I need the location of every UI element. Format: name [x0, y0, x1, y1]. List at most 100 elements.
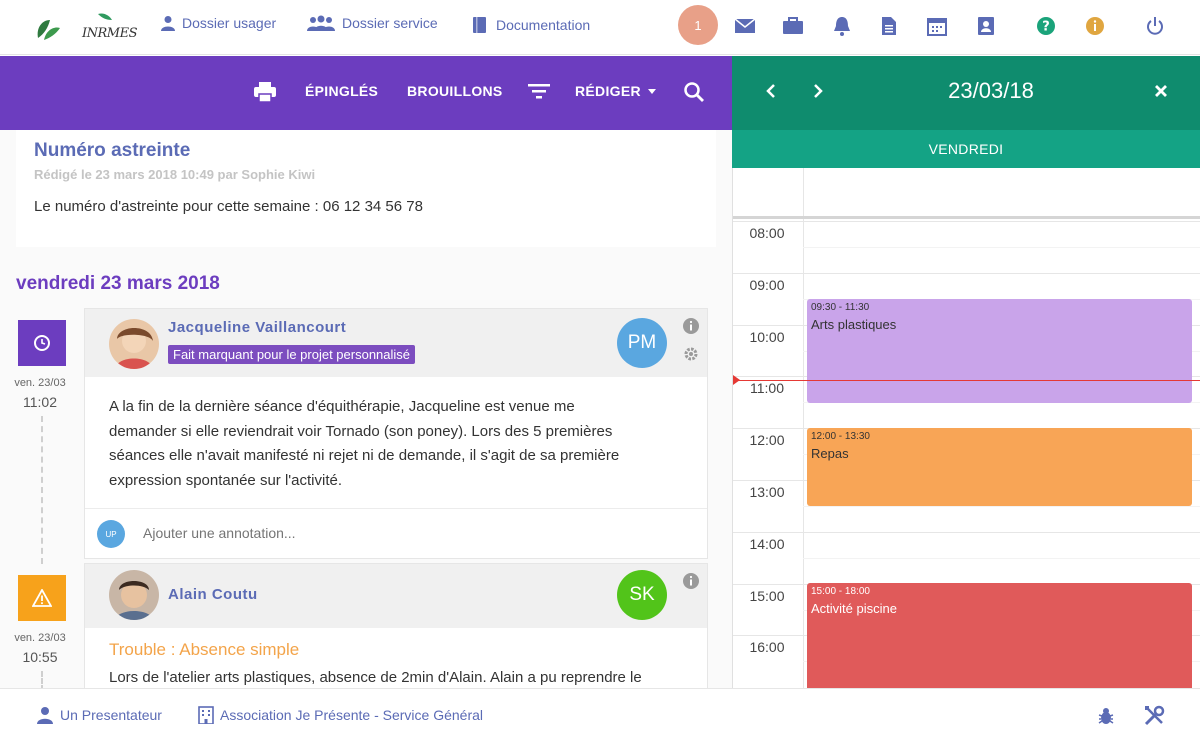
nav-documentation[interactable]: Documentation — [470, 15, 590, 35]
post-date: ven. 23/03 — [14, 377, 66, 389]
author-avatar[interactable] — [109, 570, 159, 620]
search-icon[interactable] — [683, 81, 705, 103]
compose-dropdown[interactable]: RÉDIGER — [575, 83, 659, 99]
timeline-line — [41, 416, 43, 564]
contact-card-icon[interactable] — [975, 15, 997, 37]
post-body-line: A la fin de la dernière séance d'équithé… — [109, 398, 575, 415]
post-time: 11:02 — [23, 394, 57, 410]
calendar-grid: 08:00 09:00 10:00 11:00 12:00 13:00 14:00 15:00… — [732, 168, 1200, 688]
post-body: Lors de l'atelier arts plastiques, absen… — [109, 666, 699, 688]
info-icon[interactable] — [682, 317, 700, 335]
caret-down-icon — [647, 89, 656, 94]
event-type-clock-icon — [18, 320, 66, 366]
post-body: A la fin de la dernière séance d'équithé… — [109, 395, 699, 493]
calendar-icon[interactable] — [926, 15, 948, 37]
post-body-line: séances elle n'avait manifesté ni rejet … — [109, 447, 620, 464]
bug-icon[interactable] — [1096, 706, 1116, 731]
footer-org-label: Association Je Présente - Service Généra… — [220, 707, 484, 723]
post-category: Trouble : Absence simple — [109, 640, 300, 659]
post-card[interactable]: Alain Coutu SK Trouble : Absence simple … — [84, 563, 708, 688]
users-icon — [307, 15, 335, 31]
event-time: 12:00 - 13:30 — [811, 431, 870, 442]
hour-label: 16:00 — [749, 639, 785, 656]
bell-icon[interactable] — [831, 15, 853, 37]
post-author[interactable]: Alain Coutu — [168, 586, 258, 603]
power-icon[interactable] — [1144, 15, 1166, 37]
compose-label: RÉDIGER — [575, 83, 641, 99]
hour-label: 12:00 — [749, 432, 785, 449]
annotation-row: UP — [85, 508, 707, 558]
help-icon[interactable]: ? — [1035, 15, 1057, 37]
gear-icon[interactable] — [682, 345, 700, 363]
event-title: Activité piscine — [811, 601, 897, 616]
notification-badge[interactable]: 1 — [678, 5, 718, 45]
drafts-button[interactable]: BROUILLONS — [407, 83, 503, 99]
briefcase-icon[interactable] — [782, 15, 804, 37]
filter-icon[interactable] — [528, 83, 550, 99]
post-body-line: expression spontanée sur l'activité. — [109, 471, 342, 489]
post-header: Alain Coutu SK — [85, 564, 707, 628]
print-icon[interactable] — [253, 81, 277, 103]
info-icon[interactable] — [682, 572, 700, 590]
post-author[interactable]: Jacqueline Vaillancourt — [168, 319, 346, 336]
hour-label: 15:00 — [749, 587, 785, 604]
post-tag: Fait marquant pour le projet personnalis… — [168, 345, 416, 364]
post-time: 10:55 — [22, 649, 58, 665]
post-header: Jacqueline Vaillancourt Fait marquant po… — [85, 309, 707, 377]
post-date: ven. 23/03 — [14, 632, 66, 644]
app-logo[interactable]: INRMES — [30, 8, 138, 44]
close-icon — [1155, 85, 1167, 97]
event-type-warning-icon — [18, 575, 66, 621]
close-calendar-button[interactable] — [1153, 83, 1169, 104]
footer-bar: Un Presentateur Association Je Présente … — [0, 688, 1200, 738]
half-hour-line — [803, 505, 1200, 507]
calendar-weekday: VENDREDI — [732, 130, 1200, 168]
day-heading: vendredi 23 mars 2018 — [16, 273, 220, 294]
calendar-event[interactable]: 09:30 - 11:30 Arts plastiques — [807, 299, 1192, 403]
post-body-line: demander si elle reviendrait voir Tornad… — [109, 422, 613, 440]
footer-user-label: Un Presentateur — [60, 707, 162, 723]
post-card[interactable]: Jacqueline Vaillancourt Fait marquant po… — [84, 308, 708, 559]
event-time: 15:00 - 18:00 — [811, 586, 870, 597]
nav-dossier-service[interactable]: Dossier service — [306, 15, 438, 31]
calendar-header: 23/03/18 — [732, 56, 1200, 130]
mail-icon[interactable] — [734, 15, 756, 37]
hour-label: 08:00 — [749, 225, 785, 241]
calendar-event[interactable]: 12:00 - 13:30 Repas — [807, 428, 1192, 506]
half-hour-line — [803, 246, 1200, 248]
hour-label: 14:00 — [749, 535, 785, 552]
annotation-avatar: UP — [97, 520, 125, 548]
hour-line — [733, 272, 1200, 274]
svg-text:?: ? — [1042, 20, 1050, 35]
calendar-event[interactable]: 15:00 - 18:00 Activité piscine — [807, 583, 1192, 688]
logo-text: INRMES — [82, 26, 138, 41]
nav-label: Documentation — [496, 17, 591, 33]
author-avatar[interactable] — [109, 319, 159, 369]
hour-label: 13:00 — [749, 484, 785, 500]
nav-dossier-usager[interactable]: Dossier usager — [160, 15, 276, 31]
building-icon — [198, 706, 214, 724]
hour-label: 11:00 — [750, 380, 784, 397]
tools-icon[interactable] — [1143, 705, 1165, 732]
recipient-avatar[interactable]: SK — [617, 570, 667, 620]
event-title: Arts plastiques — [811, 317, 897, 332]
feed-toolbar: ÉPINGLÉS BROUILLONS RÉDIGER — [0, 56, 732, 130]
feed-content: Numéro astreinte Rédigé le 23 mars 2018 … — [0, 130, 732, 688]
pinned-body: Le numéro d'astreinte pour cette semaine… — [34, 198, 423, 215]
hour-label: 10:00 — [749, 328, 785, 345]
footer-user-link[interactable]: Un Presentateur — [36, 706, 162, 724]
pinned-note[interactable]: Numéro astreinte Rédigé le 23 mars 2018 … — [16, 130, 716, 247]
book-icon — [473, 17, 486, 33]
file-icon[interactable] — [878, 15, 900, 37]
hour-line — [733, 221, 1200, 222]
current-time-line — [733, 380, 1200, 381]
info-icon[interactable] — [1084, 15, 1106, 37]
half-hour-line — [803, 557, 1200, 559]
recipient-avatar[interactable]: PM — [617, 318, 667, 368]
post-body-line: Lors de l'atelier arts plastiques, absen… — [109, 669, 642, 686]
footer-org-link[interactable]: Association Je Présente - Service Généra… — [198, 706, 483, 724]
annotation-input[interactable] — [143, 525, 643, 541]
calendar-date: 23/03/18 — [948, 78, 1034, 103]
pinned-button[interactable]: ÉPINGLÉS — [305, 83, 378, 99]
top-bar: INRMES Dossier usager Dossier service Do… — [0, 0, 1200, 55]
